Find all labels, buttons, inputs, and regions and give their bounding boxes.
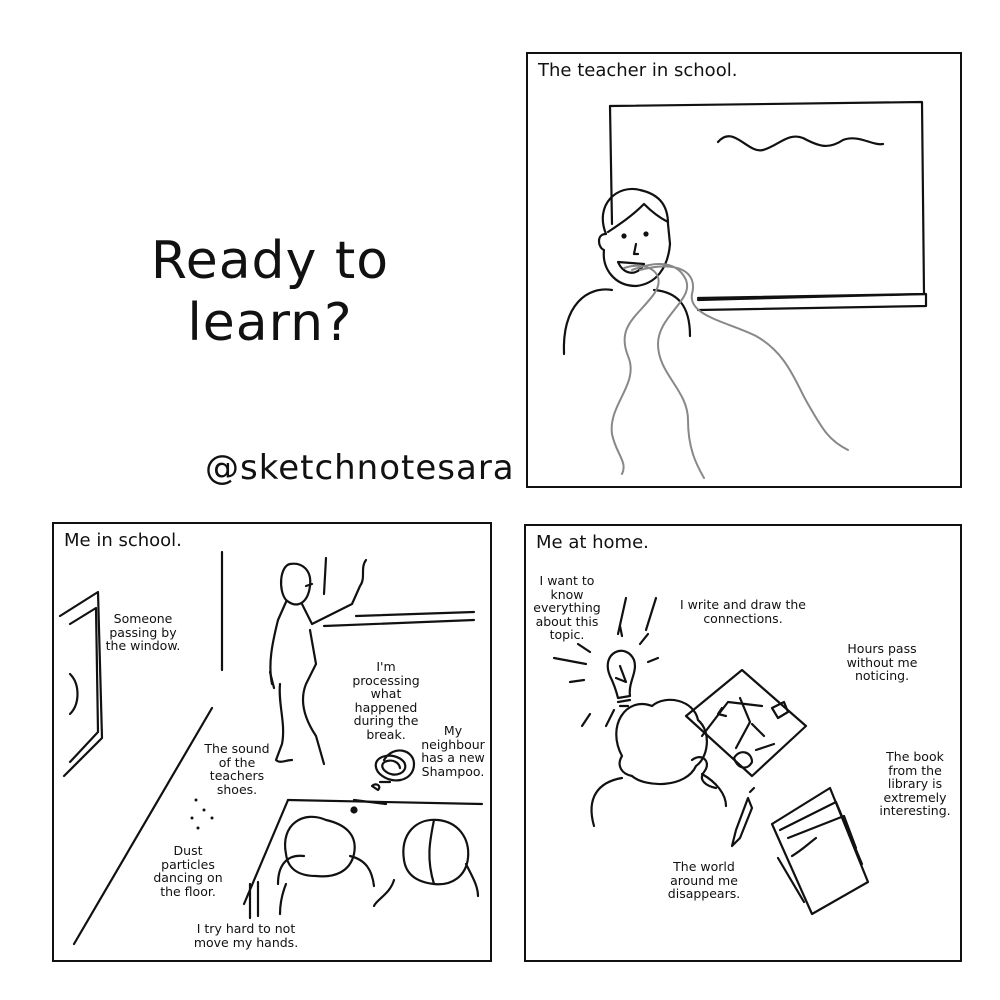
note-neighbour: My neighbour has a new Shampoo. [421, 723, 485, 779]
panel-school-title: Me in school. [64, 530, 182, 551]
note-book: The book from the library is extremely i… [879, 749, 951, 818]
note-processing: I'm processing what happened during the … [352, 659, 420, 742]
note-window: Someone passing by the window. [105, 611, 181, 653]
panel-home: Me at home. I want to know everything ab… [524, 524, 962, 962]
note-shoes: The sound of the teachers shoes. [204, 741, 270, 797]
note-world: The world around me disappears. [667, 859, 741, 901]
author-handle: @sketchnotesara [205, 448, 515, 488]
teacher-drawing [562, 100, 928, 479]
note-hands: I try hard to not move my hands. [193, 921, 299, 950]
panel-teacher: The teacher in school. [526, 52, 962, 488]
title-line-2: learn? [187, 293, 353, 353]
main-title: Ready to learn? [110, 230, 430, 354]
panel-home-title: Me at home. [536, 532, 649, 553]
note-write: I write and draw the connections. [680, 597, 806, 626]
note-know: I want to know everything about this top… [533, 573, 601, 642]
panel-teacher-title: The teacher in school. [538, 60, 738, 81]
panel-school: Me in school. Someone passing by the win… [52, 522, 492, 962]
title-line-1: Ready to [150, 231, 390, 291]
note-hours: Hours pass without me noticing. [846, 641, 918, 683]
note-dust: Dust particles dancing on the floor. [153, 843, 223, 899]
